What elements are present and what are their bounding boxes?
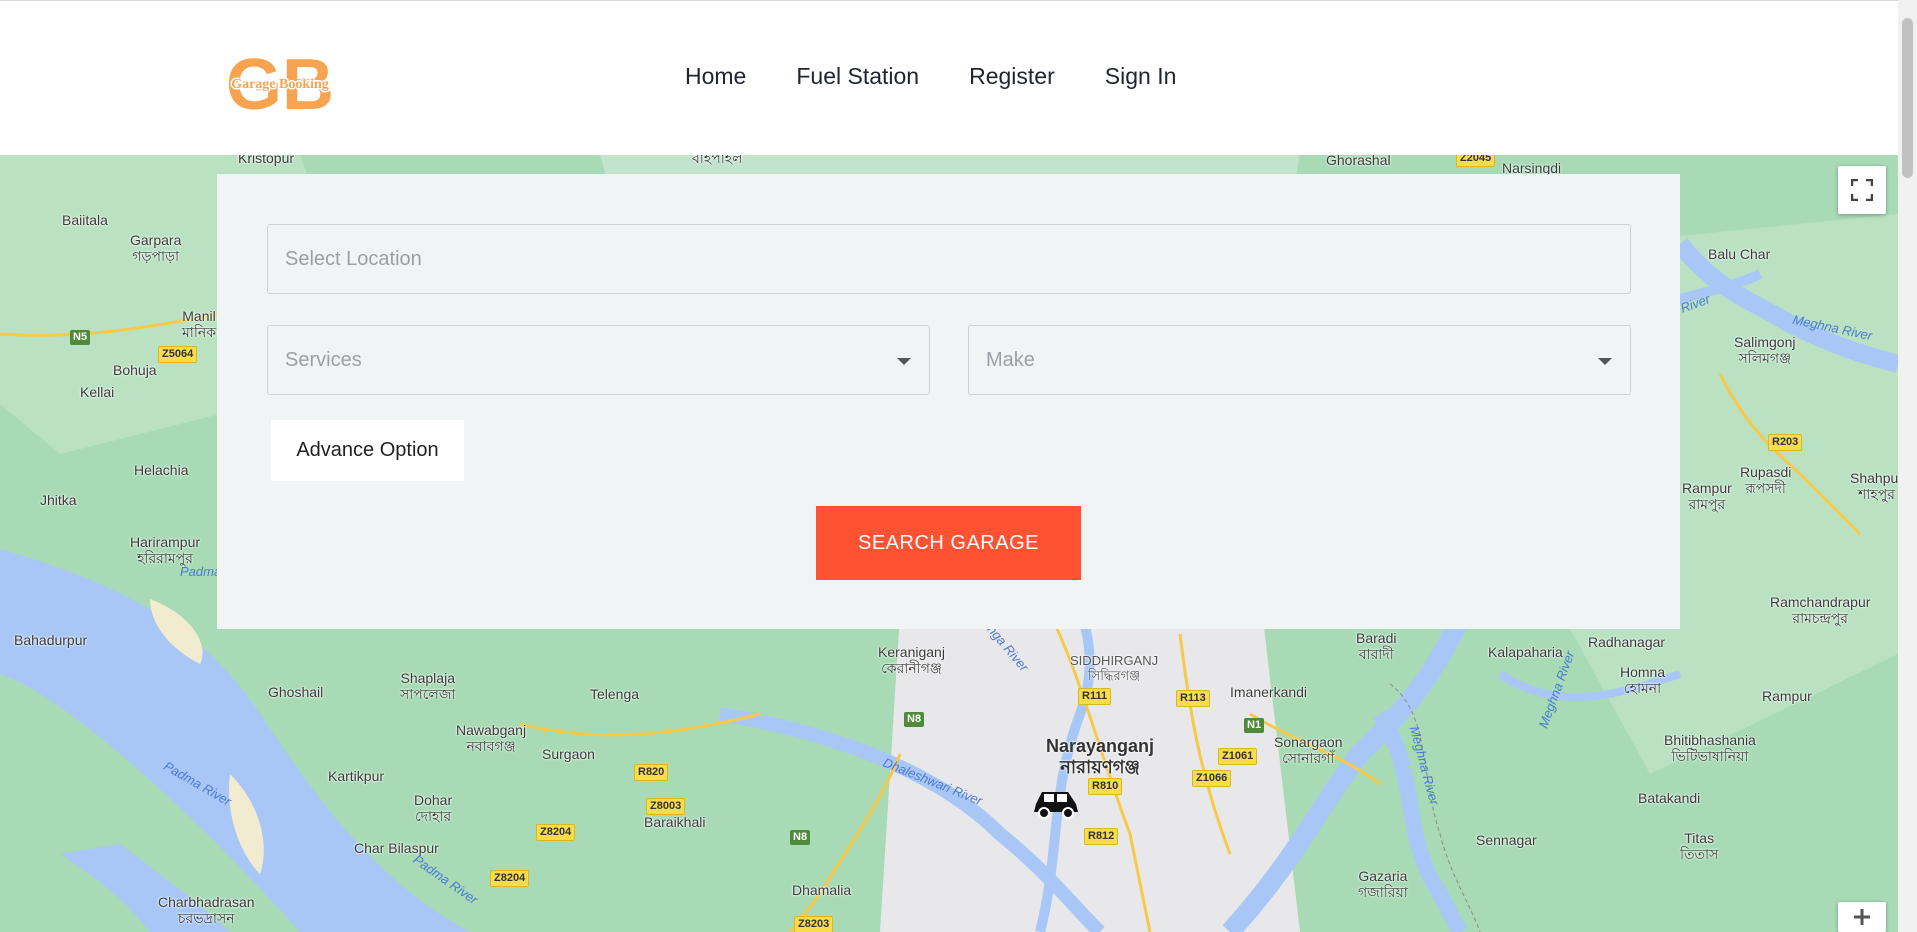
map-label: Ramchandrapur রামচন্দ্রপুর bbox=[1770, 594, 1871, 627]
river-label: Padma bbox=[180, 564, 222, 579]
map-label: Char Bilaspur bbox=[354, 840, 439, 856]
road-shield: Z2045 bbox=[1456, 154, 1496, 167]
car-marker-icon[interactable] bbox=[1030, 782, 1082, 822]
nav-sign-in[interactable]: Sign In bbox=[1105, 63, 1177, 90]
road-shield: Z5064 bbox=[158, 346, 198, 363]
map-label: Charbhadrasan চরভদ্রাসন bbox=[158, 894, 255, 927]
road-shield: Z1066 bbox=[1192, 770, 1232, 787]
road-shield: Z8204 bbox=[490, 870, 530, 887]
map-label: Bhitibhashania ভিটিভাষানিয়া bbox=[1664, 732, 1756, 765]
road-shield: N8 bbox=[904, 712, 925, 727]
search-garage-button[interactable]: SEARCH GARAGE bbox=[816, 506, 1081, 580]
map-label: Homna হোমনা bbox=[1620, 664, 1666, 697]
map-label: Imanerkandi bbox=[1230, 684, 1308, 700]
fullscreen-button[interactable] bbox=[1838, 166, 1886, 214]
map-label: Telenga bbox=[590, 686, 640, 702]
plus-icon bbox=[1854, 909, 1870, 925]
fullscreen-icon bbox=[1851, 179, 1873, 201]
chevron-down-icon bbox=[897, 358, 911, 365]
chevron-down-icon bbox=[1598, 358, 1612, 365]
map-label: Baraikhali bbox=[644, 814, 706, 830]
road-shield: R810 bbox=[1088, 778, 1123, 795]
road-shield: R812 bbox=[1084, 828, 1119, 845]
map-label: Balu Char bbox=[1708, 246, 1771, 262]
map-label: Radhanagar bbox=[1588, 634, 1666, 650]
map-label: Gazaria গজারিয়া bbox=[1358, 868, 1408, 901]
map-label: Bahadurpur bbox=[14, 632, 88, 648]
site-header: GB Garage Booking Home Fuel Station Regi… bbox=[0, 0, 1898, 155]
city-label: Narayanganj নারায়ণগঞ্জ bbox=[1046, 736, 1155, 777]
map-label: Kalapaharia bbox=[1488, 644, 1563, 660]
road-shield: Z8003 bbox=[646, 798, 686, 815]
location-input[interactable] bbox=[267, 224, 1631, 294]
map-label: বাহপাহল bbox=[692, 154, 743, 166]
map-label: Manil মানিক bbox=[182, 308, 216, 341]
page-scrollbar[interactable] bbox=[1898, 0, 1917, 932]
logo-text: Garage Booking bbox=[231, 77, 329, 92]
zoom-in-button[interactable] bbox=[1838, 902, 1886, 932]
map-label: Sennagar bbox=[1476, 832, 1537, 848]
map-label: Kartikpur bbox=[328, 768, 385, 784]
make-select[interactable]: Make bbox=[968, 325, 1631, 395]
road-shield: N8 bbox=[790, 830, 811, 845]
road-shield: R203 bbox=[1768, 434, 1803, 451]
services-select[interactable]: Services bbox=[267, 325, 930, 395]
map-label: Rupasdi রূপসদী bbox=[1740, 464, 1792, 497]
map-label: Nawabganj নবাবগঞ্জ bbox=[456, 722, 527, 755]
map-label: Keraniganj কেরানীগঞ্জ bbox=[878, 644, 945, 677]
map-label: Shahpur শাহপুর bbox=[1850, 470, 1898, 503]
road-shield: R820 bbox=[634, 764, 669, 781]
nav-register[interactable]: Register bbox=[969, 63, 1055, 90]
search-panel: Services Make Advance Option SEARCH GARA… bbox=[217, 174, 1680, 629]
map-label: Sonargaon সোনারগাঁ bbox=[1274, 734, 1343, 767]
road-shield: Z8204 bbox=[536, 824, 576, 841]
road-shield: N5 bbox=[70, 330, 91, 345]
map-label: Surgaon bbox=[542, 746, 595, 762]
scrollbar-thumb[interactable] bbox=[1902, 18, 1913, 178]
nav-fuel-station[interactable]: Fuel Station bbox=[796, 63, 919, 90]
map-label: Dohar দোহার bbox=[414, 792, 453, 825]
map-label: Ghorashal bbox=[1326, 154, 1391, 168]
make-select-placeholder: Make bbox=[986, 348, 1035, 371]
road-shield: Z1061 bbox=[1218, 748, 1258, 765]
map-label: Jhitka bbox=[40, 492, 77, 508]
main-nav: Home Fuel Station Register Sign In bbox=[685, 63, 1176, 90]
map-label: Ghoshail bbox=[268, 684, 324, 700]
road-shield: N1 bbox=[1244, 718, 1265, 733]
map-label: Baiitala bbox=[62, 212, 108, 228]
map-label: Garpara গড়পাড়া bbox=[130, 232, 182, 265]
advance-option-button[interactable]: Advance Option bbox=[271, 420, 464, 481]
map-label: Baradi বারাদী bbox=[1356, 630, 1397, 663]
map-label: Shaplaja সাপলেজা bbox=[400, 670, 456, 703]
road-shield: R111 bbox=[1078, 688, 1112, 705]
map-label: Rampur bbox=[1762, 688, 1812, 704]
nav-home[interactable]: Home bbox=[685, 63, 746, 90]
map-label: Dhamalia bbox=[792, 882, 852, 898]
garage-booking-logo[interactable]: GB Garage Booking bbox=[220, 45, 340, 125]
road-shield: Z8203 bbox=[794, 916, 834, 932]
map-label: Harirampur হরিরামপুর bbox=[130, 534, 201, 567]
map-label: Titas তিতাস bbox=[1680, 830, 1719, 863]
map-label: SIDDHIRGANJ সিদ্ধিরগঞ্জ bbox=[1070, 653, 1159, 683]
map-label: Rampur রামপুর bbox=[1682, 480, 1732, 513]
map-label: Salimgonj সলিমগঞ্জ bbox=[1734, 334, 1796, 367]
map-label: Kristopur bbox=[238, 154, 295, 166]
map-label: Batakandi bbox=[1638, 790, 1701, 806]
map-label: Bohuja bbox=[113, 362, 157, 378]
services-select-placeholder: Services bbox=[285, 348, 362, 371]
map-label: Kellai bbox=[80, 384, 115, 400]
map-label: Helachia bbox=[134, 462, 189, 478]
road-shield: R113 bbox=[1176, 690, 1210, 707]
